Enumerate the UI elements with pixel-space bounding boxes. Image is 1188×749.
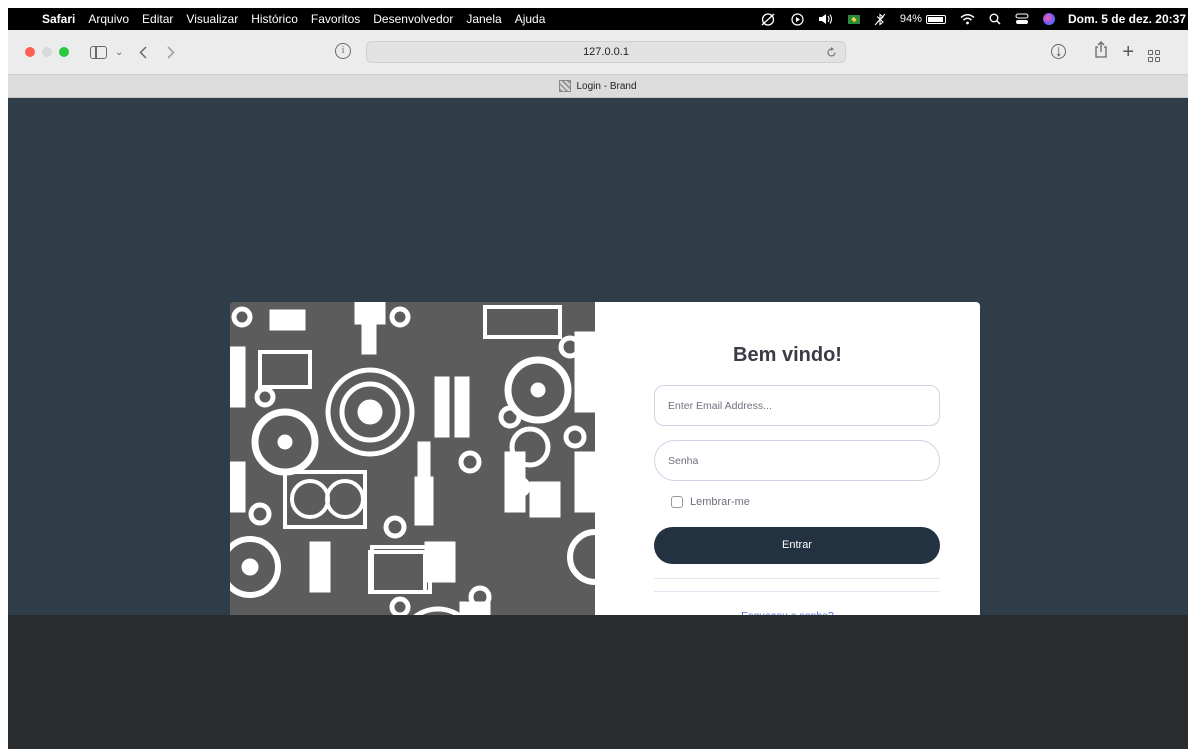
page-background: Bem vindo! Lembrar-me Entrar Esqueceu a …: [8, 98, 1188, 665]
zoom-window-button[interactable]: [59, 47, 69, 57]
wifi-icon[interactable]: [960, 13, 975, 25]
reload-icon[interactable]: [826, 42, 837, 64]
back-arrow-icon[interactable]: [139, 45, 147, 59]
bluetooth-off-icon[interactable]: [874, 12, 886, 26]
email-field[interactable]: [654, 385, 940, 426]
control-center-icon[interactable]: [1015, 13, 1029, 25]
car-parts-image: [230, 302, 595, 665]
address-bar-url: 127.0.0.1: [583, 46, 629, 58]
new-tab-icon[interactable]: +: [1122, 41, 1134, 64]
remember-me-row[interactable]: Lembrar-me: [671, 496, 750, 508]
toolbar-right-actions: ↓ +: [1051, 30, 1188, 74]
divider: [654, 578, 940, 592]
browser-toolbar: ⌄ i 127.0.0.1 ↓ +: [8, 30, 1188, 74]
volume-icon[interactable]: [818, 13, 834, 25]
site-info-icon[interactable]: i: [335, 43, 351, 59]
car-parts-pattern: [230, 302, 595, 665]
page-title: Bem vindo!: [733, 344, 842, 366]
login-form: Bem vindo! Lembrar-me Entrar Esqueceu a …: [595, 302, 980, 665]
siri-icon[interactable]: [1042, 13, 1055, 25]
close-window-button[interactable]: [25, 47, 35, 57]
battery-percent: 94%: [899, 13, 922, 25]
tab-login-brand[interactable]: Login - Brand: [8, 74, 1188, 98]
forward-arrow-icon[interactable]: [167, 45, 175, 59]
downloads-icon[interactable]: ↓: [1051, 43, 1080, 61]
chevron-down-icon[interactable]: ⌄: [115, 47, 123, 58]
no-network-icon[interactable]: [759, 12, 777, 26]
menu-favoritos[interactable]: Favoritos: [311, 12, 360, 26]
favicon-icon: [559, 80, 572, 92]
menu-desenvolvedor[interactable]: Desenvolvedor: [373, 12, 453, 26]
screen: Safari Arquivo Editar Visualizar Históri…: [8, 8, 1188, 749]
minimize-window-button[interactable]: [42, 47, 52, 57]
password-field[interactable]: [654, 440, 940, 481]
menu-visualizar[interactable]: Visualizar: [186, 12, 238, 26]
menu-bar-clock[interactable]: Dom. 5 de dez. 20:37: [1068, 12, 1186, 26]
brazil-flag-icon[interactable]: [847, 14, 860, 24]
battery-icon[interactable]: 94%: [900, 13, 946, 25]
share-icon[interactable]: [1094, 41, 1108, 63]
remember-me-label: Lembrar-me: [690, 496, 750, 508]
menu-bar-status-area: 94% Dom. 5 de dez. 20:37: [752, 8, 1188, 30]
remember-me-checkbox[interactable]: [671, 496, 683, 508]
tab-title: Login - Brand: [576, 80, 637, 92]
menu-ajuda[interactable]: Ajuda: [515, 12, 546, 26]
login-card: Bem vindo! Lembrar-me Entrar Esqueceu a …: [230, 302, 980, 665]
sidebar-toggle-icon[interactable]: [90, 45, 107, 59]
login-button[interactable]: Entrar: [654, 527, 940, 564]
tab-overview-icon[interactable]: [1148, 42, 1174, 62]
macos-menu-bar: Safari Arquivo Editar Visualizar Históri…: [8, 8, 1188, 30]
menu-app-name[interactable]: Safari: [42, 12, 75, 26]
window-controls: [25, 47, 76, 57]
page-footer-area: [8, 615, 1188, 749]
menu-historico[interactable]: Histórico: [251, 12, 298, 26]
spotlight-search-icon[interactable]: [989, 13, 1001, 25]
menu-editar[interactable]: Editar: [142, 12, 173, 26]
menu-janela[interactable]: Janela: [466, 12, 501, 26]
play-icon[interactable]: [791, 12, 804, 26]
menu-arquivo[interactable]: Arquivo: [88, 12, 129, 26]
address-bar[interactable]: 127.0.0.1: [366, 41, 846, 63]
